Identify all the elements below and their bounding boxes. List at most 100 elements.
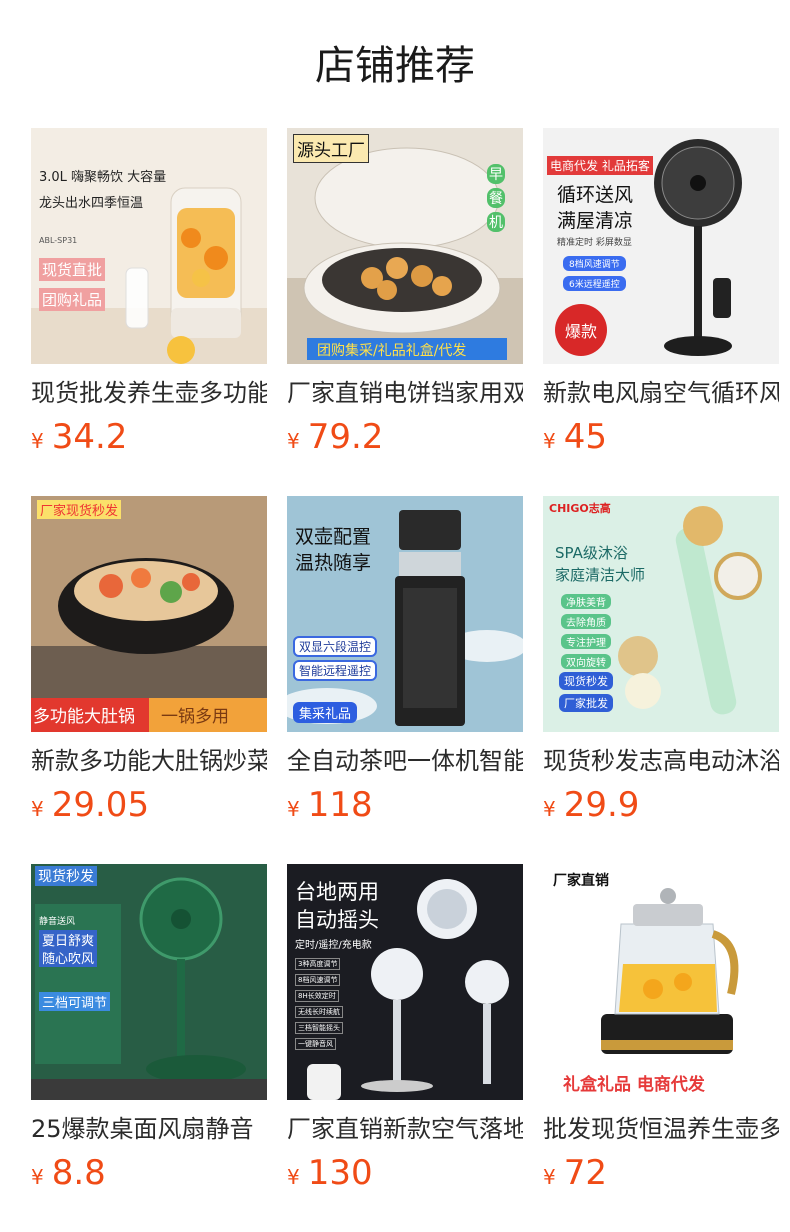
overlay-text: 家庭清洁大师 — [555, 566, 646, 584]
overlay-text: 现货直批 — [39, 258, 106, 281]
currency-symbol: ¥ — [287, 429, 300, 453]
product-image[interactable]: 3.0L 嗨聚畅饮 大容量 龙头出水四季恒温 ABL-SP31 现货直批 团购礼… — [31, 128, 267, 364]
overlay-text: 8档风速调节 — [295, 974, 341, 986]
product-name[interactable]: 现货秒发志高电动沐浴刷 — [543, 744, 779, 778]
product-card[interactable]: CHIGO志高 SPA级沐浴 家庭清洁大师 净肤美背 去除角质 专注护理 双向旋… — [543, 496, 779, 836]
price-amount: 29.05 — [51, 785, 150, 825]
overlay-text: 厂家直销 — [553, 873, 609, 889]
overlay-text: 爆款 — [565, 322, 598, 341]
product-price: ¥45 — [543, 415, 607, 459]
product-name[interactable]: 批发现货恒温养生壶多功能 — [543, 1112, 779, 1146]
overlay-text: ABL-SP31 — [39, 236, 78, 245]
overlay-text: 厂家现货秒发 — [37, 500, 122, 519]
product-card[interactable]: 源头工厂 早 餐 机 团购集采/礼品礼盒/代发 厂家直销电饼铛家用双面 ¥79.… — [287, 128, 523, 468]
product-image[interactable]: 厂家直销 礼盒礼品 电商代发 — [543, 864, 779, 1100]
product-card[interactable]: 现货秒发 静音送风 夏日舒爽 随心吹风 三档可调节 25爆款桌面风扇静音 ¥8.… — [31, 864, 267, 1204]
product-price: ¥29.05 — [31, 783, 149, 827]
product-card[interactable]: 厂家直销 礼盒礼品 电商代发 批发现货恒温养生壶多功能 ¥72 — [543, 864, 779, 1204]
product-card[interactable]: 厂家现货秒发 多功能大肚锅 一锅多用 新款多功能大肚锅炒菜锅 ¥29.05 — [31, 496, 267, 836]
product-name[interactable]: 新款多功能大肚锅炒菜锅 — [31, 744, 267, 778]
overlay-text: 智能远程遥控 — [293, 660, 378, 681]
product-card[interactable]: 3.0L 嗨聚畅饮 大容量 龙头出水四季恒温 ABL-SP31 现货直批 团购礼… — [31, 128, 267, 468]
product-price: ¥118 — [287, 783, 373, 827]
price-amount: 130 — [307, 1153, 373, 1193]
overlay-text: 厂家批发 — [559, 694, 613, 712]
overlay-text: 团购集采/礼品礼盒/代发 — [317, 343, 467, 359]
overlay-text: 电商代发 礼品拓客 — [547, 156, 653, 175]
product-grid: 3.0L 嗨聚畅饮 大容量 龙头出水四季恒温 ABL-SP31 现货直批 团购礼… — [31, 128, 779, 1228]
overlay-text: 静音送风 — [39, 917, 76, 927]
overlay-text: 台地两用 — [295, 880, 379, 904]
overlay-text: 双显六段温控 — [293, 636, 378, 657]
currency-symbol: ¥ — [31, 1165, 44, 1189]
currency-symbol: ¥ — [31, 429, 44, 453]
product-price: ¥130 — [287, 1151, 373, 1195]
price-amount: 45 — [563, 417, 607, 457]
product-name[interactable]: 25爆款桌面风扇静音 — [31, 1112, 267, 1146]
overlay-text: 满屋清凉 — [557, 210, 634, 232]
product-image[interactable]: 台地两用 自动摇头 定时/遥控/充电款 3种高度调节 8档风速调节 8H长效定时… — [287, 864, 523, 1100]
product-card[interactable]: 电商代发 礼品拓客 循环送风 满屋清凉 精准定时 彩屏数显 8档风速调节 6米远… — [543, 128, 779, 468]
overlay-text: 一键静音风 — [295, 1038, 336, 1050]
overlay-text: CHIGO志高 — [549, 502, 611, 515]
overlay-text: 净肤美背 — [561, 594, 611, 609]
overlay-text: 礼盒礼品 电商代发 — [563, 1075, 705, 1095]
overlay-text: 随心吹风 — [39, 948, 98, 967]
overlay-text: 自动摇头 — [295, 908, 379, 932]
product-name[interactable]: 新款电风扇空气循环风扇 — [543, 376, 779, 410]
product-image[interactable]: 双壶配置 温热随享 双显六段温控 智能远程遥控 集采礼品 — [287, 496, 523, 732]
price-amount: 8.8 — [51, 1153, 106, 1193]
overlay-text: 机 — [487, 212, 505, 232]
overlay-text: 团购礼品 — [39, 288, 106, 311]
overlay-text: 专注护理 — [561, 634, 611, 649]
overlay-text: 三档可调节 — [39, 992, 111, 1011]
price-amount: 72 — [563, 1153, 607, 1193]
overlay-text: 双向旋转 — [561, 654, 611, 669]
currency-symbol: ¥ — [543, 429, 556, 453]
overlay-text: 3种高度调节 — [295, 958, 341, 970]
product-image[interactable]: 电商代发 礼品拓客 循环送风 满屋清凉 精准定时 彩屏数显 8档风速调节 6米远… — [543, 128, 779, 364]
product-price: ¥34.2 — [31, 415, 127, 459]
product-price: ¥8.8 — [31, 1151, 106, 1195]
overlay-text: 8档风速调节 — [563, 256, 626, 271]
product-price: ¥29.9 — [543, 783, 639, 827]
product-name[interactable]: 现货批发养生壶多功能 — [31, 376, 267, 410]
price-amount: 34.2 — [51, 417, 128, 457]
currency-symbol: ¥ — [287, 1165, 300, 1189]
currency-symbol: ¥ — [543, 797, 556, 821]
overlay-text: 集采礼品 — [293, 702, 358, 723]
overlay-text: 一锅多用 — [161, 707, 229, 727]
product-image[interactable]: 厂家现货秒发 多功能大肚锅 一锅多用 — [31, 496, 267, 732]
price-amount: 118 — [307, 785, 373, 825]
overlay-text: 无线长时续航 — [295, 1006, 343, 1018]
overlay-text: 双壶配置 — [295, 526, 372, 548]
product-card[interactable]: 双壶配置 温热随享 双显六段温控 智能远程遥控 集采礼品 全自动茶吧一体机智能 … — [287, 496, 523, 836]
overlay-text: 现货秒发 — [35, 866, 97, 886]
product-image[interactable]: 源头工厂 早 餐 机 团购集采/礼品礼盒/代发 — [287, 128, 523, 364]
overlay-text: 三档智能摇头 — [295, 1022, 343, 1034]
product-price: ¥72 — [543, 1151, 607, 1195]
overlay-text: 循环送风 — [557, 184, 634, 206]
product-image[interactable]: 现货秒发 静音送风 夏日舒爽 随心吹风 三档可调节 — [31, 864, 267, 1100]
overlay-text: 现货秒发 — [559, 672, 613, 690]
product-card[interactable]: 台地两用 自动摇头 定时/遥控/充电款 3种高度调节 8档风速调节 8H长效定时… — [287, 864, 523, 1204]
overlay-text: 温热随享 — [295, 552, 372, 574]
overlay-text: 多功能大肚锅 — [33, 707, 135, 727]
overlay-text: 夏日舒爽 — [39, 930, 98, 949]
overlay-text: 龙头出水四季恒温 — [39, 196, 144, 211]
page-title: 店铺推荐 — [315, 43, 475, 89]
overlay-text: 早 — [487, 164, 505, 184]
overlay-text: 8H长效定时 — [295, 990, 339, 1002]
product-price: ¥79.2 — [287, 415, 383, 459]
overlay-text: 定时/遥控/充电款 — [295, 940, 372, 951]
overlay-text: 6米远程遥控 — [563, 276, 626, 291]
product-image[interactable]: CHIGO志高 SPA级沐浴 家庭清洁大师 净肤美背 去除角质 专注护理 双向旋… — [543, 496, 779, 732]
currency-symbol: ¥ — [31, 797, 44, 821]
overlay-text: 餐 — [487, 188, 505, 208]
product-name[interactable]: 全自动茶吧一体机智能 — [287, 744, 523, 778]
overlay-text: 精准定时 彩屏数显 — [557, 238, 632, 248]
product-name[interactable]: 厂家直销新款空气落地扇 — [287, 1112, 523, 1146]
overlay-text: 3.0L 嗨聚畅饮 大容量 — [39, 170, 167, 185]
product-name[interactable]: 厂家直销电饼铛家用双面 — [287, 376, 523, 410]
overlay-text: SPA级沐浴 — [555, 544, 628, 562]
